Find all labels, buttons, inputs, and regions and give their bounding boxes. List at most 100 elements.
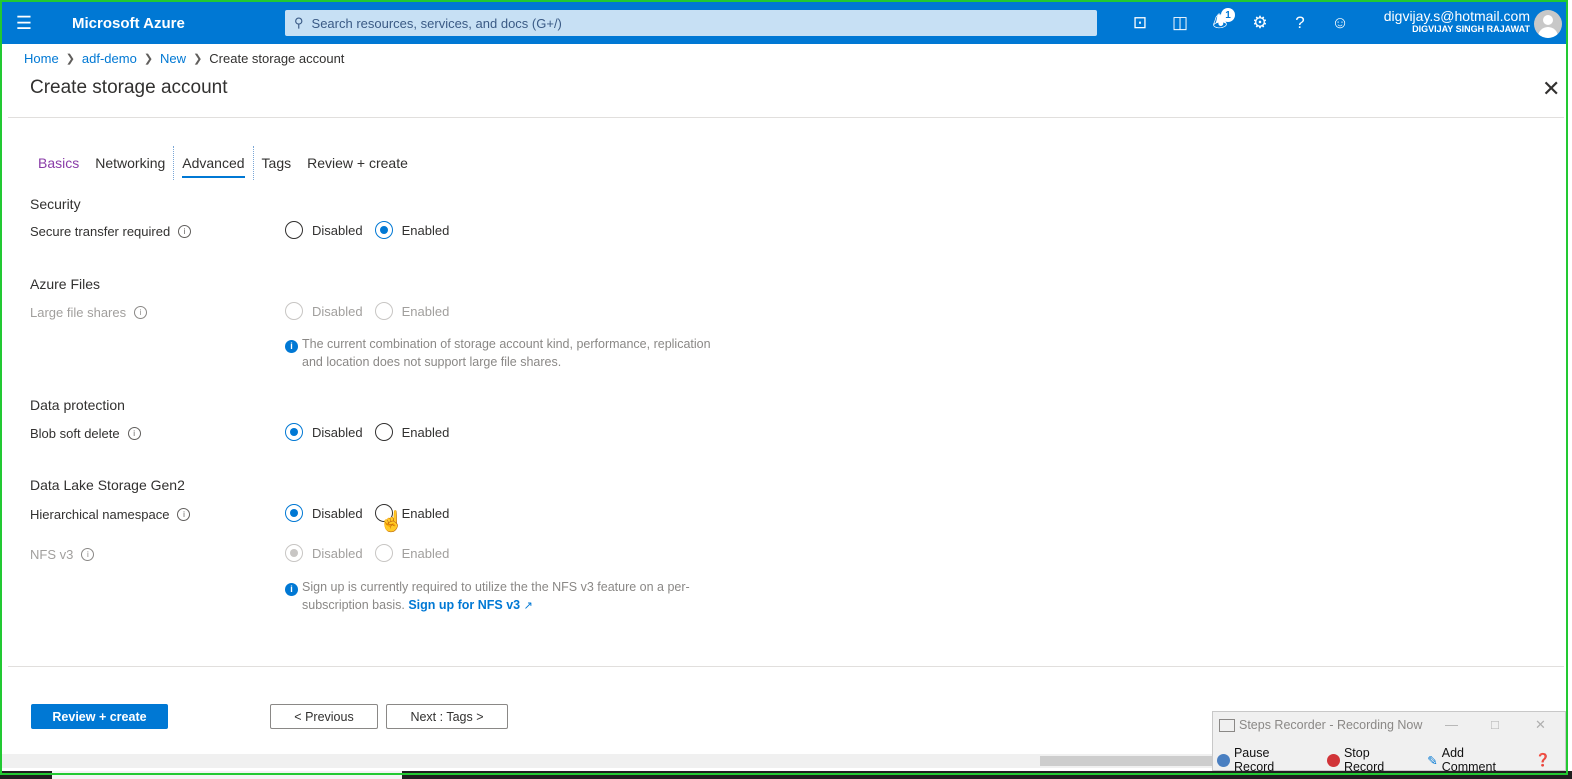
stop-icon bbox=[1326, 753, 1340, 767]
window-icon bbox=[1219, 718, 1235, 732]
breadcrumb-new[interactable]: New bbox=[160, 51, 186, 66]
note-text: The current combination of storage accou… bbox=[302, 337, 711, 351]
notifications-icon[interactable]: 🕭 1 bbox=[1200, 2, 1240, 44]
pause-label: Pause Record bbox=[1233, 746, 1275, 774]
radio-label: Enabled bbox=[401, 303, 450, 319]
taskbar-window[interactable] bbox=[52, 771, 402, 779]
help-dropdown[interactable]: ❓ bbox=[1535, 753, 1551, 768]
blob-soft-delete-enabled-radio[interactable]: Enabled bbox=[374, 423, 449, 441]
nfs-enabled-radio: Enabled bbox=[374, 544, 450, 562]
radio-label: Enabled bbox=[401, 545, 450, 561]
help-circle-icon: ❓ bbox=[1535, 752, 1551, 767]
note-text: and location does not support large file… bbox=[302, 355, 562, 369]
pause-icon bbox=[1217, 753, 1230, 767]
radio-circle-selected bbox=[374, 221, 393, 239]
portal-brand[interactable]: Microsoft Azure bbox=[72, 15, 284, 32]
blob-soft-delete-text: Blob soft delete bbox=[30, 426, 120, 441]
info-icon[interactable]: i bbox=[178, 225, 192, 238]
radio-label: Disabled bbox=[312, 505, 363, 521]
info-icon[interactable]: i bbox=[81, 548, 95, 561]
stop-record-button[interactable]: Stop Record bbox=[1326, 746, 1413, 774]
wizard-tabs: Basics Networking Advanced Tags Review +… bbox=[30, 145, 416, 181]
radio-circle bbox=[285, 302, 303, 320]
topbar-icons: ⊡ ◫ 🕭 1 ⚙ ? ☺ bbox=[1120, 2, 1360, 44]
help-icon[interactable]: ? bbox=[1280, 2, 1320, 44]
search-input[interactable]: ⚲ Search resources, services, and docs (… bbox=[285, 10, 1097, 36]
steps-recorder-title: Steps Recorder - Recording Now bbox=[1239, 718, 1423, 732]
previous-button[interactable]: < Previous bbox=[270, 704, 378, 729]
feedback-icon[interactable]: ☺ bbox=[1320, 2, 1360, 44]
tab-networking[interactable]: Networking bbox=[87, 146, 173, 180]
breadcrumb-current: Create storage account bbox=[209, 51, 345, 66]
radio-circle bbox=[285, 221, 303, 239]
radio-circle bbox=[374, 544, 393, 562]
stop-label: Stop Record bbox=[1343, 746, 1385, 774]
large-file-enabled-radio: Enabled bbox=[374, 302, 450, 320]
hns-disabled-radio[interactable]: Disabled bbox=[285, 504, 363, 522]
maximize-icon[interactable]: □ bbox=[1491, 717, 1499, 732]
taskbar bbox=[0, 771, 1572, 779]
tab-tags[interactable]: Tags bbox=[254, 146, 300, 180]
pause-record-button[interactable]: Pause Record bbox=[1217, 746, 1313, 774]
comment-icon: ✎ bbox=[1427, 753, 1438, 768]
radio-label: Disabled bbox=[312, 424, 363, 440]
blob-soft-delete-label: Blob soft delete i bbox=[30, 426, 141, 441]
external-link-icon: ↗ bbox=[523, 600, 533, 612]
radio-label: Disabled bbox=[312, 545, 363, 561]
close-window-icon[interactable]: ✕ bbox=[1535, 717, 1546, 733]
breadcrumb: Home ❯ adf-demo ❯ New ❯ Create storage a… bbox=[24, 51, 344, 66]
divider bbox=[8, 117, 1564, 118]
info-filled-icon: i bbox=[285, 339, 298, 353]
hand-cursor-icon: ☝ bbox=[379, 511, 404, 533]
large-file-shares-radio-group: Disabled Enabled bbox=[285, 302, 461, 320]
section-security-heading: Security bbox=[30, 196, 81, 212]
next-button[interactable]: Next : Tags > bbox=[386, 704, 508, 729]
info-filled-icon: i bbox=[285, 582, 298, 596]
radio-label: Enabled bbox=[401, 222, 450, 238]
info-icon[interactable]: i bbox=[127, 427, 141, 440]
add-comment-button[interactable]: ✎ Add Comment bbox=[1427, 746, 1521, 774]
nfs-v3-radio-group: Disabled Enabled bbox=[285, 544, 461, 562]
breadcrumb-resource-group[interactable]: adf-demo bbox=[82, 51, 137, 66]
search-placeholder: Search resources, services, and docs (G+… bbox=[311, 15, 562, 31]
account-info[interactable]: digvijay.s@hotmail.com DIGVIJAY SINGH RA… bbox=[1372, 8, 1530, 34]
minimize-icon[interactable]: — bbox=[1445, 717, 1458, 732]
radio-circle bbox=[374, 423, 393, 441]
menu-icon[interactable]: ☰ bbox=[2, 2, 46, 44]
tab-basics[interactable]: Basics bbox=[30, 146, 87, 180]
secure-transfer-enabled-radio[interactable]: Enabled bbox=[374, 221, 450, 239]
close-icon[interactable]: ✕ bbox=[1542, 76, 1560, 102]
horizontal-scrollbar[interactable] bbox=[2, 754, 1212, 768]
info-icon[interactable]: i bbox=[177, 508, 191, 521]
note-text: Sign up is currently required to utilize… bbox=[302, 580, 690, 594]
directory-filter-icon[interactable]: ◫ bbox=[1160, 2, 1200, 44]
blob-soft-delete-disabled-radio[interactable]: Disabled bbox=[285, 423, 363, 441]
secure-transfer-label: Secure transfer required i bbox=[30, 224, 192, 239]
tab-advanced[interactable]: Advanced bbox=[173, 146, 254, 180]
scrollbar-thumb[interactable] bbox=[1040, 756, 1212, 766]
secure-transfer-disabled-radio[interactable]: Disabled bbox=[285, 221, 363, 239]
sign-up-nfs-link[interactable]: Sign up for NFS v3 bbox=[408, 598, 520, 612]
nfs-v3-note: i Sign up is currently required to utiliz… bbox=[285, 578, 755, 615]
section-data-protection-heading: Data protection bbox=[30, 397, 125, 413]
info-icon[interactable]: i bbox=[134, 306, 148, 319]
breadcrumb-home[interactable]: Home bbox=[24, 51, 59, 66]
top-bar: ☰ Microsoft Azure ⚲ Search resources, se… bbox=[2, 2, 1566, 44]
nfs-v3-label: NFS v3 i bbox=[30, 547, 95, 562]
nfs-disabled-radio: Disabled bbox=[285, 544, 363, 562]
radio-label: Enabled bbox=[401, 505, 450, 521]
steps-recorder-toolbar: Pause Record Stop Record ✎ Add Comment ❓ bbox=[1217, 746, 1565, 774]
tab-review-create[interactable]: Review + create bbox=[299, 146, 416, 180]
search-icon: ⚲ bbox=[294, 15, 304, 30]
review-create-button[interactable]: Review + create bbox=[31, 704, 168, 729]
cloud-shell-icon[interactable]: ⊡ bbox=[1120, 2, 1160, 44]
avatar[interactable] bbox=[1534, 10, 1562, 38]
settings-icon[interactable]: ⚙ bbox=[1240, 2, 1280, 44]
secure-transfer-text: Secure transfer required bbox=[30, 224, 171, 239]
chevron-right-icon: ❯ bbox=[193, 53, 203, 65]
section-azure-files-heading: Azure Files bbox=[30, 276, 101, 292]
radio-label: Disabled bbox=[312, 303, 363, 319]
radio-circle-selected bbox=[285, 504, 303, 522]
nfs-v3-text: NFS v3 bbox=[30, 547, 74, 562]
account-name: DIGVIJAY SINGH RAJAWAT bbox=[1412, 24, 1530, 34]
